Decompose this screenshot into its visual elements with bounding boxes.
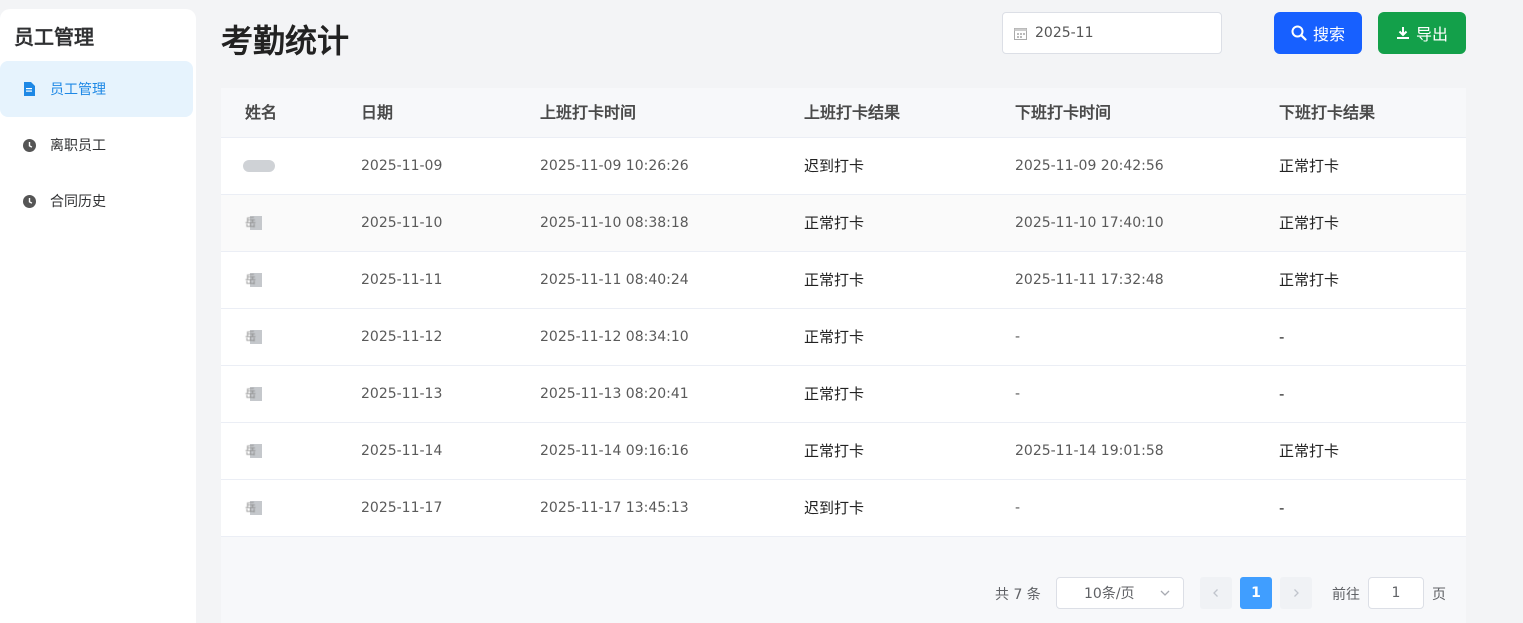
cell-clock-out-result: 正常打卡 — [1279, 442, 1340, 460]
cell-clock-in-result: 迟到打卡 — [804, 499, 865, 517]
cell-name: 岳 — [245, 195, 262, 251]
sidebar-item-label: 员工管理 — [50, 82, 106, 98]
search-button[interactable]: 搜索 — [1274, 12, 1362, 54]
attendance-table: 姓名 日期 上班打卡时间 上班打卡结果 下班打卡时间 下班打卡结果 2025-1… — [221, 88, 1466, 623]
export-button[interactable]: 导出 — [1378, 12, 1466, 54]
cell-date: 2025-11-14 — [361, 443, 443, 459]
sidebar: 员工管理 员工管理 离职员工 合同历史 — [0, 9, 196, 623]
search-button-label: 搜索 — [1312, 25, 1345, 44]
cell-clock-in-result: 正常打卡 — [804, 271, 865, 289]
cell-clock-in-result: 迟到打卡 — [804, 157, 865, 175]
cell-date: 2025-11-17 — [361, 500, 443, 516]
chevron-right-icon — [1294, 589, 1299, 597]
cell-date: 2025-11-12 — [361, 329, 443, 345]
cell-clock-in-result: 正常打卡 — [804, 385, 865, 403]
column-header-name[interactable]: 姓名 — [245, 88, 277, 138]
cell-clock-in-result: 正常打卡 — [804, 328, 865, 346]
cell-clock-out-result: - — [1279, 385, 1285, 403]
calendar-icon — [1014, 27, 1027, 40]
cell-clock-in-result: 正常打卡 — [804, 442, 865, 460]
cell-name: 岳 — [245, 309, 262, 365]
cell-clock-in-result: 正常打卡 — [804, 214, 865, 232]
table-row[interactable]: 岳 2025-11-11 2025-11-11 08:40:24 正常打卡 20… — [221, 252, 1466, 309]
cell-clock-in-time: 2025-11-11 08:40:24 — [540, 272, 689, 288]
cell-date: 2025-11-10 — [361, 215, 443, 231]
clock-icon — [22, 194, 36, 208]
export-button-label: 导出 — [1415, 25, 1448, 44]
column-header-clock-in-result[interactable]: 上班打卡结果 — [804, 88, 900, 138]
cell-clock-in-time: 2025-11-12 08:34:10 — [540, 329, 689, 345]
cell-name: 岳 — [245, 423, 262, 479]
sidebar-item-employee-management[interactable]: 员工管理 — [0, 61, 193, 117]
page-size-select[interactable]: 10条/页 — [1056, 577, 1184, 609]
column-header-clock-out-time[interactable]: 下班打卡时间 — [1015, 88, 1111, 138]
cell-clock-out-time: - — [1015, 329, 1021, 345]
download-icon — [1396, 27, 1409, 39]
clock-icon — [22, 138, 36, 152]
cell-clock-in-time: 2025-11-14 09:16:16 — [540, 443, 689, 459]
cell-clock-out-result: 正常打卡 — [1279, 214, 1340, 232]
redacted-name — [243, 160, 275, 172]
sidebar-item-label: 合同历史 — [50, 194, 106, 210]
page-suffix-label: 页 — [1432, 587, 1446, 603]
table-row[interactable]: 2025-11-09 2025-11-09 10:26:26 迟到打卡 2025… — [221, 138, 1466, 195]
cell-clock-out-time: 2025-11-09 20:42:56 — [1015, 158, 1164, 174]
sidebar-item-contract-history[interactable]: 合同历史 — [0, 173, 193, 229]
cell-name: 岳 — [245, 366, 262, 422]
column-header-clock-in-time[interactable]: 上班打卡时间 — [540, 88, 636, 138]
cell-name: 岳 — [245, 480, 262, 536]
cell-clock-in-time: 2025-11-10 08:38:18 — [540, 215, 689, 231]
prev-page-button[interactable] — [1200, 577, 1232, 609]
table-row[interactable]: 岳 2025-11-13 2025-11-13 08:20:41 正常打卡 - … — [221, 366, 1466, 423]
table-row[interactable]: 岳 2025-11-10 2025-11-10 08:38:18 正常打卡 20… — [221, 195, 1466, 252]
table-row[interactable]: 岳 2025-11-17 2025-11-17 13:45:13 迟到打卡 - … — [221, 480, 1466, 537]
table-header: 姓名 日期 上班打卡时间 上班打卡结果 下班打卡时间 下班打卡结果 — [221, 88, 1466, 138]
month-picker[interactable]: 2025-11 — [1002, 12, 1222, 54]
cell-clock-out-time: 2025-11-11 17:32:48 — [1015, 272, 1164, 288]
cell-date: 2025-11-11 — [361, 272, 443, 288]
search-icon — [1291, 25, 1307, 41]
table-row[interactable]: 岳 2025-11-12 2025-11-12 08:34:10 正常打卡 - … — [221, 309, 1466, 366]
cell-date: 2025-11-09 — [361, 158, 443, 174]
cell-clock-in-time: 2025-11-13 08:20:41 — [540, 386, 689, 402]
cell-clock-out-result: 正常打卡 — [1279, 271, 1340, 289]
sidebar-title: 员工管理 — [14, 25, 94, 49]
cell-clock-in-time: 2025-11-09 10:26:26 — [540, 158, 689, 174]
document-icon — [22, 82, 36, 96]
column-header-clock-out-result[interactable]: 下班打卡结果 — [1279, 88, 1375, 138]
chevron-down-icon — [1159, 587, 1171, 603]
page-title: 考勤统计 — [221, 22, 350, 60]
cell-clock-out-time: - — [1015, 386, 1021, 402]
cell-clock-out-result: - — [1279, 328, 1285, 346]
column-header-date[interactable]: 日期 — [361, 88, 393, 138]
page-size-value: 10条/页 — [1084, 586, 1135, 602]
next-page-button[interactable] — [1280, 577, 1312, 609]
goto-page-input[interactable] — [1368, 577, 1424, 609]
sidebar-item-resigned-employees[interactable]: 离职员工 — [0, 117, 193, 173]
table-row[interactable]: 岳 2025-11-14 2025-11-14 09:16:16 正常打卡 20… — [221, 423, 1466, 480]
cell-clock-out-time: 2025-11-10 17:40:10 — [1015, 215, 1164, 231]
cell-name: 岳 — [245, 252, 262, 308]
cell-date: 2025-11-13 — [361, 386, 443, 402]
cell-clock-out-result: 正常打卡 — [1279, 157, 1340, 175]
pagination-total: 共 7 条 — [995, 587, 1041, 603]
cell-clock-out-time: 2025-11-14 19:01:58 — [1015, 443, 1164, 459]
chevron-left-icon — [1213, 589, 1218, 597]
page-number-1[interactable]: 1 — [1240, 577, 1272, 609]
sidebar-item-label: 离职员工 — [50, 138, 106, 154]
goto-label: 前往 — [1332, 587, 1360, 603]
cell-clock-in-time: 2025-11-17 13:45:13 — [540, 500, 689, 516]
cell-clock-out-time: - — [1015, 500, 1021, 516]
month-value: 2025-11 — [1035, 25, 1094, 41]
cell-clock-out-result: - — [1279, 499, 1285, 517]
